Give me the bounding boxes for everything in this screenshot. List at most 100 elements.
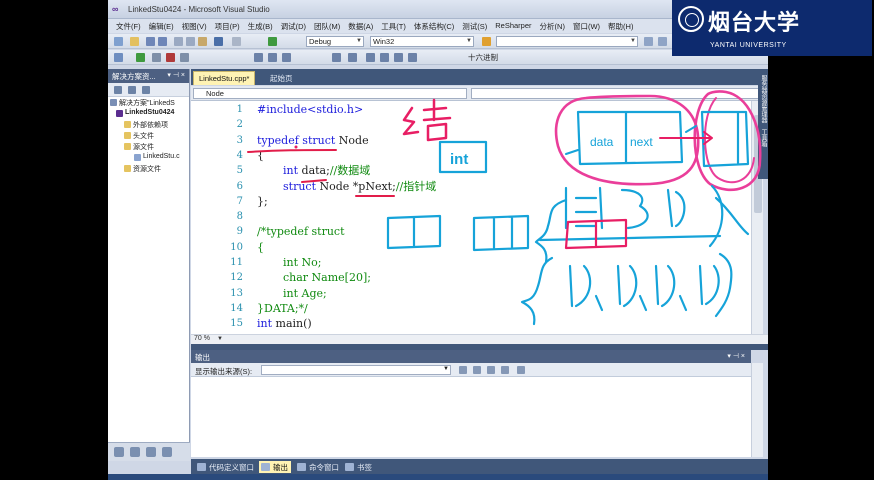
code-editor[interactable]: 1 #include<stdio.h> 2 3 typedef struct Node 4… (191, 101, 751, 334)
find-in-files-icon[interactable] (644, 37, 653, 46)
save-all-icon[interactable] (158, 37, 167, 46)
tab-command-window[interactable]: 命令窗口 (295, 461, 342, 473)
word-wrap-icon[interactable] (517, 366, 525, 374)
pin-icon[interactable]: ▾ ⊣ × (727, 352, 745, 360)
copy-icon[interactable] (186, 37, 195, 46)
stop-debugging-icon[interactable] (166, 53, 175, 62)
find-message-icon[interactable] (459, 366, 467, 374)
undo-icon[interactable] (214, 37, 223, 46)
menu-team[interactable]: 团队(M) (310, 19, 344, 33)
step-into-icon[interactable] (254, 53, 263, 62)
menu-architecture[interactable]: 体系结构(C) (410, 19, 458, 33)
line-number: 8 (236, 211, 243, 223)
continue-icon[interactable] (136, 53, 145, 62)
find-combo[interactable]: ▼ (496, 36, 638, 47)
menu-resharper[interactable]: ReSharper (491, 19, 535, 33)
properties-icon[interactable] (142, 86, 150, 94)
solution-configuration-select[interactable]: Debug ▼ (306, 36, 364, 47)
code-text: Node *pNext; (316, 179, 396, 193)
step-out-icon[interactable] (282, 53, 291, 62)
team-explorer-tab-icon[interactable] (162, 447, 172, 457)
tab-linkedstu-cpp[interactable]: LinkedStu.cpp* (193, 71, 256, 85)
solution-explorer-tab-icon[interactable] (114, 447, 124, 457)
tree-item-external-dependencies[interactable]: 外部依赖项 (108, 119, 189, 130)
clear-all-icon[interactable] (501, 366, 509, 374)
tab-output[interactable]: 输出 (259, 461, 291, 473)
line-number: 1 (236, 104, 243, 115)
debug-toolbar: 十六进制 (108, 50, 768, 65)
menu-analyze[interactable]: 分析(N) (536, 19, 569, 33)
code-comment: //指针域 (395, 179, 437, 193)
server-explorer-tab[interactable]: 服务器资源管理器 (759, 75, 768, 123)
chevron-down-icon: ▼ (466, 38, 472, 44)
previous-message-icon[interactable] (473, 366, 481, 374)
output-source-select[interactable]: ▼ (261, 365, 451, 375)
class-view-tab-icon[interactable] (130, 447, 140, 457)
tab-code-definition-window[interactable]: 代码定义窗口 (195, 461, 257, 473)
open-file-icon[interactable] (130, 37, 139, 46)
menu-tools[interactable]: 工具(T) (377, 19, 410, 33)
clear-bookmarks-icon[interactable] (408, 53, 417, 62)
solution-platform-select[interactable]: Win32 ▼ (370, 36, 474, 47)
new-project-icon[interactable] (114, 37, 123, 46)
tree-item-resource-files[interactable]: 资源文件 (108, 163, 189, 174)
next-bookmark-icon[interactable] (394, 53, 403, 62)
bookmark-icon[interactable] (366, 53, 375, 62)
menu-build[interactable]: 生成(B) (244, 19, 277, 33)
next-message-icon[interactable] (487, 366, 495, 374)
menu-project[interactable]: 项目(P) (211, 19, 244, 33)
step-over-icon[interactable] (268, 53, 277, 62)
line-number: 15 (230, 318, 243, 330)
output-text-area[interactable] (191, 377, 751, 457)
code-comment: }DATA;*/ (257, 301, 308, 315)
tab-start-page[interactable]: 起始页 (265, 71, 298, 85)
menu-view[interactable]: 视图(V) (178, 19, 211, 33)
tree-item-project[interactable]: LinkedStu0424 (108, 108, 189, 119)
comment-icon[interactable] (332, 53, 341, 62)
solution-icon (110, 99, 117, 106)
code-comment: int No; (283, 256, 322, 269)
tree-item-solution[interactable]: 解决方案"LinkedS (108, 97, 189, 108)
toolbox-icon[interactable] (114, 53, 123, 62)
find-icon[interactable] (482, 37, 491, 46)
menu-window[interactable]: 窗口(W) (569, 19, 604, 33)
tab-bookmarks[interactable]: 书签 (343, 461, 375, 473)
tab-label: 代码定义窗口 (209, 463, 254, 472)
break-all-icon[interactable] (152, 53, 161, 62)
menu-test[interactable]: 测试(S) (458, 19, 491, 33)
redo-icon[interactable] (232, 37, 241, 46)
tree-item-source-files[interactable]: 源文件 (108, 141, 189, 152)
member-select[interactable] (471, 88, 763, 99)
output-toolbar: 显示输出来源(S): ▼ (191, 363, 751, 377)
save-icon[interactable] (146, 37, 155, 46)
menu-help[interactable]: 帮助(H) (604, 19, 637, 33)
code-line: /*typedef struct (257, 224, 345, 239)
scope-select[interactable]: Node (193, 88, 467, 99)
refresh-icon[interactable] (128, 86, 136, 94)
menu-edit[interactable]: 编辑(E) (145, 19, 178, 33)
menu-debug[interactable]: 调试(D) (277, 19, 310, 33)
solution-explorer-icon[interactable] (658, 37, 667, 46)
chevron-down-icon: ▼ (356, 38, 362, 44)
uncomment-icon[interactable] (348, 53, 357, 62)
toolbox-tab[interactable]: 工具箱 (759, 129, 768, 147)
hexadecimal-display-toggle[interactable]: 十六进制 (468, 52, 498, 63)
menu-data[interactable]: 数据(A) (344, 19, 377, 33)
tree-item-header-files[interactable]: 头文件 (108, 130, 189, 141)
chevron-down-icon[interactable]: ▼ (217, 336, 223, 342)
tree-item-source-file[interactable]: LinkedStu.c (108, 152, 189, 163)
restart-icon[interactable] (180, 53, 189, 62)
cut-icon[interactable] (174, 37, 183, 46)
navigation-bar: Node (191, 86, 768, 101)
show-all-files-icon[interactable] (114, 86, 122, 94)
start-debugging-icon[interactable] (268, 37, 277, 46)
output-vertical-scrollbar[interactable] (751, 363, 763, 457)
pin-icon[interactable]: ▾ ⊣ × (167, 71, 185, 79)
paste-icon[interactable] (198, 37, 207, 46)
previous-bookmark-icon[interactable] (380, 53, 389, 62)
property-manager-tab-icon[interactable] (146, 447, 156, 457)
zoom-level[interactable]: 70 % (194, 335, 210, 342)
code-keyword: int (257, 317, 273, 331)
code-line: int main() (257, 316, 312, 331)
menu-file[interactable]: 文件(F) (112, 19, 145, 33)
